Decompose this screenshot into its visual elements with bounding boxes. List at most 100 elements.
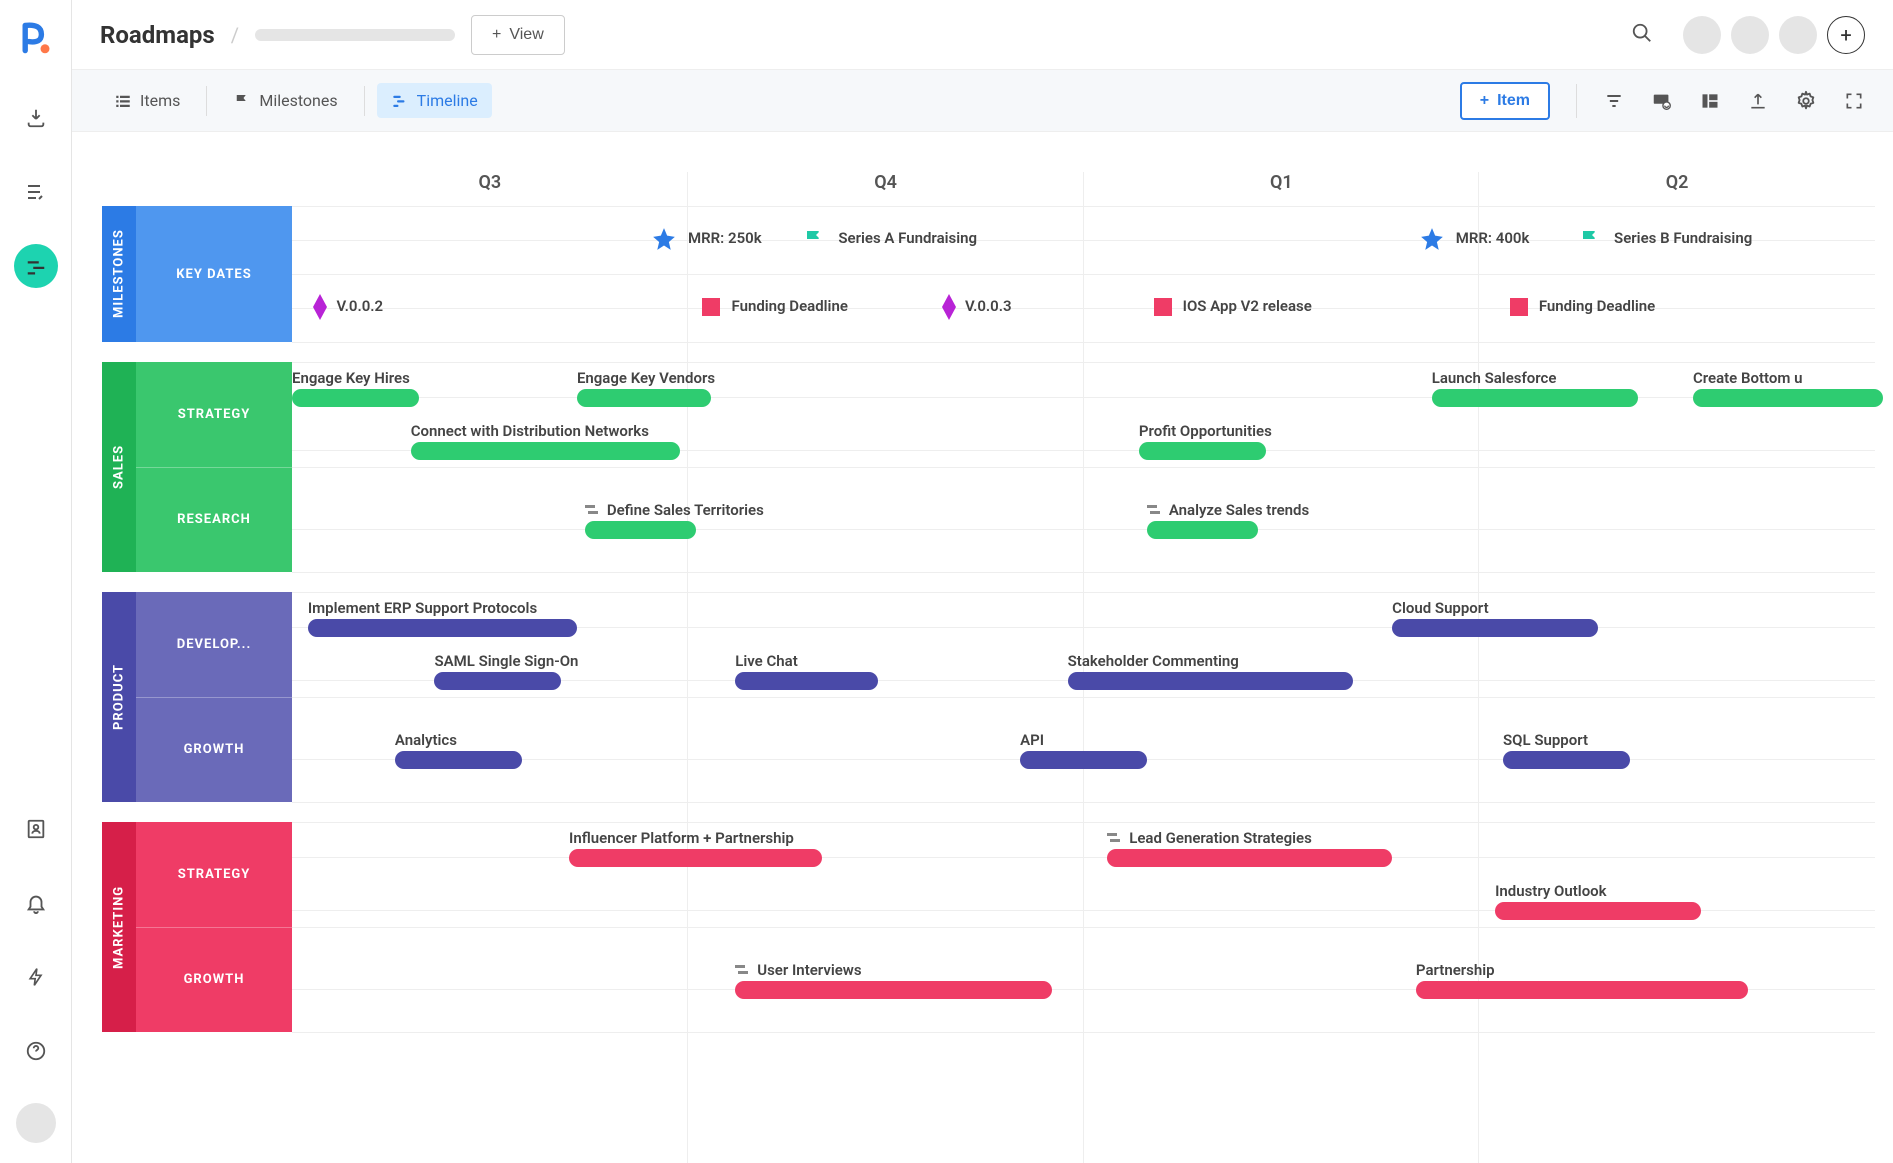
timeline-item[interactable]: Industry Outlook [1495,882,1701,920]
timeline-item[interactable]: Profit Opportunities [1139,422,1272,460]
timeline-item[interactable]: Influencer Platform + Partnership [569,829,822,867]
timeline-item-label: Create Bottom u [1693,369,1803,387]
collaborator-avatar[interactable] [1683,16,1721,54]
timeline-item[interactable]: Partnership [1416,961,1748,999]
timeline-item[interactable]: User Interviews [735,961,1052,999]
timeline-item[interactable]: Analytics [395,731,522,769]
timeline-item-label: Stakeholder Commenting [1068,652,1239,670]
subitem-icon [1107,833,1123,843]
swimlane-sales: SALESSTRATEGYRESEARCH [102,362,292,572]
milestone-row: V.0.0.2Funding DeadlineV.0.0.3IOS App V2… [292,275,1875,343]
swimlane-row-label[interactable]: GROWTH [136,928,292,1033]
timeline-item-label: Partnership [1416,961,1495,979]
breadcrumb-placeholder [255,29,455,41]
timeline-item[interactable]: Connect with Distribution Networks [411,422,680,460]
filter-icon[interactable] [1603,90,1625,112]
tab-items[interactable]: Items [100,83,194,118]
add-item-label: Item [1497,92,1530,110]
swimlane-row-label[interactable]: KEY DATES [136,206,292,342]
milestone-label: IOS App V2 release [1183,297,1312,315]
timeline-item-label: Connect with Distribution Networks [411,422,649,440]
nav-notifications-icon[interactable] [14,881,58,925]
timeline-item[interactable]: API [1020,731,1147,769]
tab-milestones[interactable]: Milestones [219,83,351,118]
tab-timeline[interactable]: Timeline [377,83,492,118]
layout-icon[interactable] [1699,90,1721,112]
timeline-row: Analytics API SQL Support [292,698,1875,803]
milestone-label: V.0.0.2 [336,297,383,315]
timeline-item-label: Cloud Support [1392,599,1488,617]
swimlane-tab-label[interactable]: MARKETING [102,822,136,1032]
add-item-button[interactable]: + Item [1460,82,1550,120]
timeline-item-label: User Interviews [757,961,861,979]
timeline-item[interactable]: Implement ERP Support Protocols [308,599,577,637]
timeline-item-label: SQL Support [1503,731,1588,749]
timeline-item[interactable]: SQL Support [1503,731,1630,769]
timeline-item[interactable]: Engage Key Hires [292,369,419,407]
timeline-header: Q3Q4Q1Q2 [292,172,1875,206]
quarter-label: Q1 [1084,172,1480,206]
page-title: Roadmaps [100,21,215,49]
nav-list-icon[interactable] [14,170,58,214]
swimlane-tab-label[interactable]: SALES [102,362,136,572]
swimlane-row-label[interactable]: RESEARCH [136,468,292,573]
collaborator-avatar[interactable] [1731,16,1769,54]
timeline-item-label: Engage Key Hires [292,369,410,387]
swimlane-row-label[interactable]: STRATEGY [136,362,292,468]
swimlane-row-label[interactable]: STRATEGY [136,822,292,928]
nav-timeline-icon[interactable] [14,244,58,288]
swimlane-marketing: MARKETINGSTRATEGYGROWTH [102,822,292,1032]
add-collaborator-button[interactable]: + [1827,16,1865,54]
timeline-row: User Interviews Partnership [292,928,1875,1033]
main-content: Roadmaps / + View + Items [72,0,1893,1163]
timeline-row: Define Sales Territories Analyze Sales tr… [292,468,1875,573]
timeline-item-label: Lead Generation Strategies [1129,829,1312,847]
timeline-item-label: Engage Key Vendors [577,369,715,387]
tab-label: Items [140,91,180,110]
timeline-item-label: API [1020,731,1044,749]
timeline-item[interactable]: Cloud Support [1392,599,1598,637]
nav-import-icon[interactable] [14,96,58,140]
nav-help-icon[interactable] [14,1029,58,1073]
link-icon[interactable] [1651,90,1673,112]
export-icon[interactable] [1747,90,1769,112]
timeline-item-label: Industry Outlook [1495,882,1607,900]
tab-separator [364,86,365,116]
timeline-item[interactable]: Lead Generation Strategies [1107,829,1392,867]
settings-icon[interactable] [1795,90,1817,112]
search-icon[interactable] [1631,22,1653,48]
timeline-item-label: Live Chat [735,652,798,670]
user-avatar[interactable] [16,1103,56,1143]
grid-lane-sales: Engage Key Hires Engage Key Vendors Launch… [292,362,1875,572]
timeline-item-label: Profit Opportunities [1139,422,1272,440]
collaborator-avatar[interactable] [1779,16,1817,54]
timeline-item[interactable]: Analyze Sales trends [1147,501,1309,539]
timeline-item[interactable]: SAML Single Sign-On [434,652,578,690]
fullscreen-icon[interactable] [1843,90,1865,112]
subitem-icon [735,965,751,975]
toolbar-separator [1576,84,1577,118]
swimlane-row-label[interactable]: DEVELOP... [136,592,292,698]
app-logo [18,20,54,56]
grid-lane-product: Implement ERP Support Protocols Cloud Sup… [292,592,1875,802]
timeline-item[interactable]: Launch Salesforce [1432,369,1638,407]
milestone-label: Series B Fundraising [1614,229,1752,247]
view-button[interactable]: + View [471,15,565,55]
nav-activity-icon[interactable] [14,955,58,999]
timeline-item[interactable]: Live Chat [735,652,877,690]
timeline-item[interactable]: Create Bottom u [1693,369,1883,407]
swimlane-tab-label[interactable]: MILESTONES [102,206,136,342]
nav-contacts-icon[interactable] [14,807,58,851]
timeline-row: Engage Key Hires Engage Key Vendors Launch… [292,363,1875,468]
timeline-item-label: Implement ERP Support Protocols [308,599,537,617]
milestone-label: Series A Fundraising [838,229,977,247]
timeline-view: MILESTONESKEY DATESSALESSTRATEGYRESEARCH… [72,132,1893,1163]
timeline-item[interactable]: Define Sales Territories [585,501,764,539]
milestone-label: Funding Deadline [731,297,847,315]
timeline-item-label: SAML Single Sign-On [434,652,578,670]
swimlane-tab-label[interactable]: PRODUCT [102,592,136,802]
timeline-item[interactable]: Stakeholder Commenting [1068,652,1353,690]
swimlane-row-label[interactable]: GROWTH [136,698,292,803]
grid-lane-marketing: Influencer Platform + Partnership Lead Ge… [292,822,1875,1032]
timeline-item[interactable]: Engage Key Vendors [577,369,715,407]
